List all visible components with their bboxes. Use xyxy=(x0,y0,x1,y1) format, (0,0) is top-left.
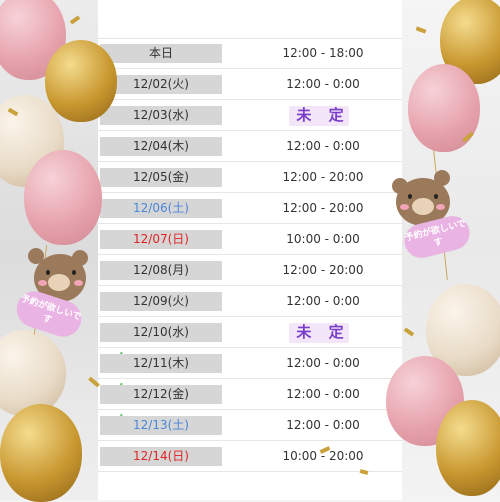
bear-muzzle-icon xyxy=(412,198,434,215)
schedule-hours: 12:00 - 18:00 xyxy=(282,46,364,60)
balloon-pink-icon xyxy=(24,150,102,245)
schedule-hours: 12:00 - 20:00 xyxy=(282,201,364,215)
schedule-row: 本日 12:00 - 18:00 xyxy=(98,38,402,69)
schedule-date: 12/14(日) xyxy=(100,447,222,466)
balloon-gold-icon xyxy=(0,404,82,502)
schedule-row: 12/06(土) 12:00 - 20:00 xyxy=(98,193,402,224)
schedule-hours: 12:00 - 0:00 xyxy=(286,356,360,370)
schedule-date: 12/09(火) xyxy=(100,292,222,311)
schedule-row: 12/07(日) 10:00 - 0:00 xyxy=(98,224,402,255)
bear-eye-icon xyxy=(408,194,412,199)
schedule-date: 12/13(土) xyxy=(100,416,222,435)
schedule-hours-tbd: 未 定 xyxy=(296,106,350,124)
schedule-date: 12/12(金) xyxy=(100,385,222,404)
schedule-date: 12/11(木) xyxy=(100,354,222,373)
schedule-row: 12/02(火) 12:00 - 0:00 xyxy=(98,69,402,100)
schedule-row: 12/14(日) 10:00 - 20:00 xyxy=(98,441,402,472)
bear-cheek-icon xyxy=(38,280,47,286)
schedule-date: 12/05(金) xyxy=(100,168,222,187)
bear-cheek-icon xyxy=(400,204,409,210)
schedule-header-strip xyxy=(98,0,402,39)
schedule-date: 12/10(水) xyxy=(100,323,222,342)
schedule-date: 12/02(火) xyxy=(100,75,222,94)
schedule-row: 12/11(木) 12:00 - 0:00 xyxy=(98,348,402,379)
schedule-hours: 12:00 - 0:00 xyxy=(286,387,360,401)
schedule-hours: 12:00 - 20:00 xyxy=(282,170,364,184)
schedule-date: 12/08(月) xyxy=(100,261,222,280)
schedule-hours: 12:00 - 0:00 xyxy=(286,418,360,432)
balloon-gold-icon xyxy=(45,40,117,122)
schedule-hours: 10:00 - 20:00 xyxy=(282,449,364,463)
bear-cheek-icon xyxy=(74,280,83,286)
balloon-gold-icon xyxy=(436,400,500,496)
schedule-date: 本日 xyxy=(100,44,222,63)
bear-sticker: 予約が欲しいです xyxy=(12,244,100,342)
bear-muzzle-icon xyxy=(48,274,70,291)
schedule-hours: 12:00 - 0:00 xyxy=(286,77,360,91)
balloon-pink-icon xyxy=(408,64,480,152)
schedule-date: 12/03(水) xyxy=(100,106,222,125)
schedule-row: 12/10(水) 未 定 xyxy=(98,317,402,348)
bear-eye-icon xyxy=(434,194,438,199)
schedule-hours: 12:00 - 0:00 xyxy=(286,294,360,308)
bear-cheek-icon xyxy=(436,204,445,210)
schedule-list: 本日 12:00 - 18:00 12/02(火) 12:00 - 0:00 12/03… xyxy=(98,38,402,472)
schedule-date: 12/04(木) xyxy=(100,137,222,156)
schedule-row: 12/03(水) 未 定 xyxy=(98,100,402,131)
schedule-hours-tbd: 未 定 xyxy=(296,323,350,341)
bear-sticker: 予約が欲しいです xyxy=(386,168,476,264)
bear-eye-icon xyxy=(72,270,76,275)
schedule-hours: 12:00 - 0:00 xyxy=(286,139,360,153)
schedule-row: 12/13(土) 12:00 - 0:00 xyxy=(98,410,402,441)
schedule-date: 12/06(土) xyxy=(100,199,222,218)
schedule-row: 12/09(火) 12:00 - 0:00 xyxy=(98,286,402,317)
schedule-row: 12/05(金) 12:00 - 20:00 xyxy=(98,162,402,193)
bear-eye-icon xyxy=(46,270,50,275)
schedule-hours: 10:00 - 0:00 xyxy=(286,232,360,246)
schedule-row: 12/04(木) 12:00 - 0:00 xyxy=(98,131,402,162)
schedule-row: 12/08(月) 12:00 - 20:00 xyxy=(98,255,402,286)
schedule-row: 12/12(金) 12:00 - 0:00 xyxy=(98,379,402,410)
schedule-date: 12/07(日) xyxy=(100,230,222,249)
schedule-hours: 12:00 - 20:00 xyxy=(282,263,364,277)
